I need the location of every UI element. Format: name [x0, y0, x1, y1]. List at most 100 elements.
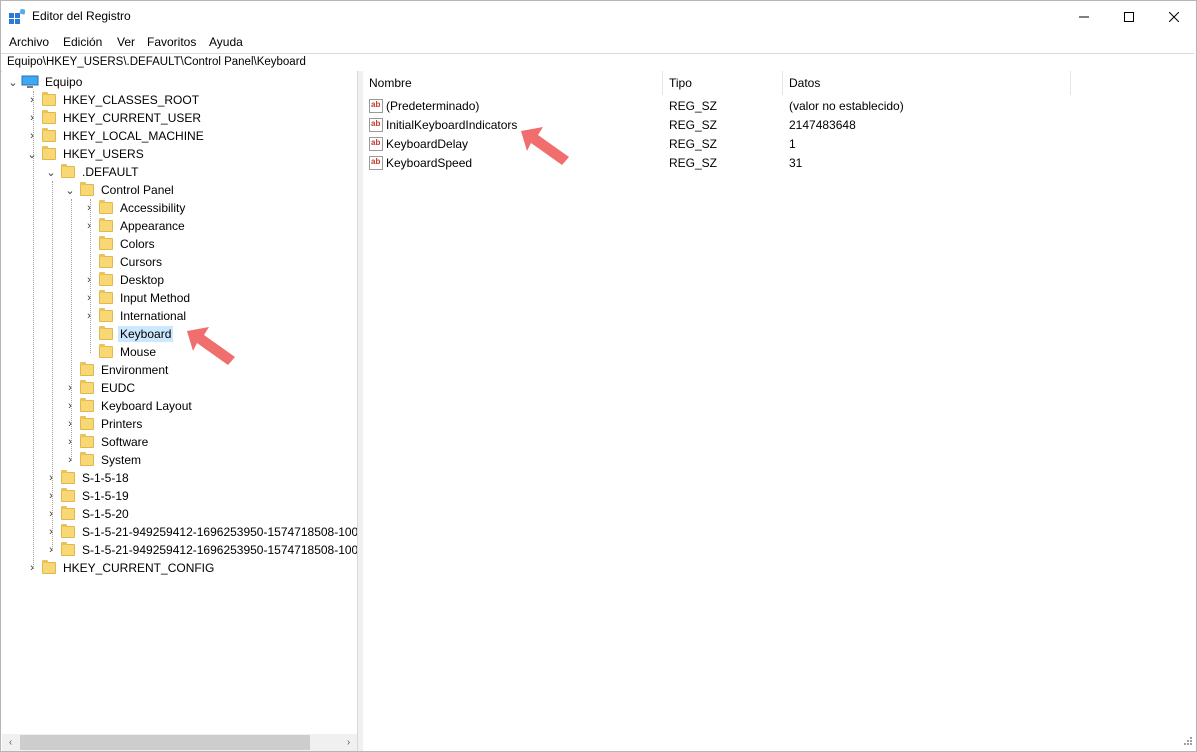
- annotation-arrow-icon: [521, 127, 569, 165]
- scroll-left-icon[interactable]: ‹: [2, 734, 19, 751]
- chevron-right-icon[interactable]: ›: [84, 271, 94, 289]
- chevron-down-icon[interactable]: ⌄: [27, 145, 37, 163]
- tree-node-s-1-5-21-1001[interactable]: › S-1-5-21-949259412-1696253950-15747185…: [46, 523, 357, 541]
- folder-icon: [61, 524, 75, 538]
- folder-icon: [99, 254, 113, 268]
- tree-horizontal-scrollbar[interactable]: ‹ ›: [2, 734, 357, 751]
- tree-node-eudc[interactable]: › EUDC: [65, 379, 137, 397]
- tree-node-default[interactable]: ⌄ .DEFAULT: [46, 163, 140, 181]
- folder-icon: [80, 398, 94, 412]
- close-button[interactable]: [1151, 1, 1197, 32]
- chevron-right-icon[interactable]: ›: [46, 505, 56, 523]
- chevron-right-icon[interactable]: ›: [46, 487, 56, 505]
- column-header-nombre[interactable]: Nombre: [363, 71, 663, 95]
- tree-node-cursors[interactable]: Cursors: [84, 253, 164, 271]
- tree-node-hkey-users[interactable]: ⌄ HKEY_USERS: [27, 145, 146, 163]
- chevron-right-icon[interactable]: ›: [46, 541, 56, 559]
- maximize-button[interactable]: [1106, 1, 1152, 32]
- chevron-right-icon[interactable]: ›: [65, 379, 75, 397]
- chevron-right-icon[interactable]: ›: [84, 289, 94, 307]
- tree-node-hkey-local-machine[interactable]: › HKEY_LOCAL_MACHINE: [27, 127, 206, 145]
- folder-icon: [80, 452, 94, 466]
- tree-node-appearance[interactable]: › Appearance: [84, 217, 187, 235]
- tree-node-s-1-5-18[interactable]: › S-1-5-18: [46, 469, 131, 487]
- value-data: 2147483648: [789, 118, 856, 132]
- tree-node-keyboard[interactable]: Keyboard: [84, 325, 174, 343]
- list-item[interactable]: ab KeyboardSpeed REG_SZ 31: [363, 154, 1183, 173]
- value-type: REG_SZ: [669, 118, 718, 132]
- chevron-right-icon[interactable]: ›: [65, 415, 75, 433]
- tree-node-accessibility[interactable]: › Accessibility: [84, 199, 187, 217]
- address-bar[interactable]: Equipo\HKEY_USERS\.DEFAULT\Control Panel…: [1, 53, 1194, 72]
- folder-icon: [80, 434, 94, 448]
- menu-favoritos[interactable]: Favoritos: [147, 35, 196, 49]
- tree-node-environment[interactable]: Environment: [65, 361, 170, 379]
- folder-icon: [42, 146, 56, 160]
- value-name: KeyboardSpeed: [386, 156, 473, 170]
- tree-node-control-panel[interactable]: ⌄ Control Panel: [65, 181, 176, 199]
- chevron-right-icon[interactable]: ›: [46, 469, 56, 487]
- tree-node-hkey-classes-root[interactable]: › HKEY_CLASSES_ROOT: [27, 91, 201, 109]
- chevron-down-icon[interactable]: ⌄: [46, 163, 56, 181]
- tree-node-s-1-5-19[interactable]: › S-1-5-19: [46, 487, 131, 505]
- chevron-right-icon[interactable]: ›: [27, 109, 37, 127]
- tree-node-hkey-current-config[interactable]: › HKEY_CURRENT_CONFIG: [27, 559, 216, 577]
- list-item[interactable]: ab InitialKeyboardIndicators REG_SZ 2147…: [363, 116, 1183, 135]
- values-list-pane[interactable]: Nombre Tipo Datos ab (Predeterminado) RE…: [363, 71, 1196, 751]
- chevron-right-icon[interactable]: ›: [84, 199, 94, 217]
- resize-grip-icon[interactable]: [1181, 736, 1193, 748]
- title-bar[interactable]: Editor del Registro: [1, 1, 1196, 32]
- folder-icon: [99, 200, 113, 214]
- tree-node-hkey-current-user[interactable]: › HKEY_CURRENT_USER: [27, 109, 203, 127]
- computer-icon: [21, 75, 39, 88]
- tree-node-desktop[interactable]: › Desktop: [84, 271, 166, 289]
- list-item[interactable]: ab KeyboardDelay REG_SZ 1: [363, 135, 1183, 154]
- column-header-tipo[interactable]: Tipo: [663, 71, 783, 95]
- menu-edicion[interactable]: Edición: [63, 35, 102, 49]
- chevron-down-icon[interactable]: ⌄: [65, 181, 75, 199]
- column-header-datos[interactable]: Datos: [783, 71, 1071, 95]
- menu-ayuda[interactable]: Ayuda: [209, 35, 243, 49]
- folder-icon: [99, 344, 113, 358]
- menu-ver[interactable]: Ver: [117, 35, 135, 49]
- folder-icon: [99, 218, 113, 232]
- tree-node-mouse[interactable]: Mouse: [84, 343, 158, 361]
- tree-node-printers[interactable]: › Printers: [65, 415, 144, 433]
- tree-node-input-method[interactable]: › Input Method: [84, 289, 192, 307]
- chevron-right-icon[interactable]: ›: [65, 433, 75, 451]
- string-value-icon: ab: [369, 118, 383, 132]
- scroll-right-icon[interactable]: ›: [340, 734, 357, 751]
- chevron-right-icon[interactable]: ›: [46, 523, 56, 541]
- chevron-right-icon[interactable]: ›: [65, 397, 75, 415]
- tree-node-equipo[interactable]: ⌄ Equipo: [8, 73, 84, 91]
- folder-icon: [61, 488, 75, 502]
- value-name: InitialKeyboardIndicators: [386, 118, 518, 132]
- folder-icon: [42, 110, 56, 124]
- tree-node-keyboard-layout[interactable]: › Keyboard Layout: [65, 397, 194, 415]
- value-data: 31: [789, 156, 803, 170]
- chevron-right-icon[interactable]: ›: [65, 451, 75, 469]
- chevron-right-icon[interactable]: ›: [27, 127, 37, 145]
- tree-node-international[interactable]: › International: [84, 307, 188, 325]
- folder-icon: [42, 92, 56, 106]
- chevron-down-icon[interactable]: ⌄: [8, 73, 18, 91]
- annotation-arrow-icon: [187, 327, 235, 365]
- registry-editor-window: Editor del Registro Archivo Edición Ver …: [0, 0, 1197, 752]
- folder-icon: [61, 470, 75, 484]
- chevron-right-icon[interactable]: ›: [27, 559, 37, 577]
- folder-icon: [80, 380, 94, 394]
- tree-node-s-1-5-21-1001-classes[interactable]: › S-1-5-21-949259412-1696253950-15747185…: [46, 541, 357, 559]
- tree-node-s-1-5-20[interactable]: › S-1-5-20: [46, 505, 131, 523]
- key-tree-pane[interactable]: ⌄ Equipo › HKEY_CLASSES_ROOT › HKEY_CURR…: [2, 71, 357, 751]
- tree-node-system[interactable]: › System: [65, 451, 143, 469]
- list-item[interactable]: ab (Predeterminado) REG_SZ (valor no est…: [363, 97, 1183, 116]
- tree-node-software[interactable]: › Software: [65, 433, 150, 451]
- chevron-right-icon[interactable]: ›: [84, 217, 94, 235]
- chevron-right-icon[interactable]: ›: [27, 91, 37, 109]
- tree-node-colors[interactable]: Colors: [84, 235, 157, 253]
- menu-archivo[interactable]: Archivo: [9, 35, 49, 49]
- scrollbar-thumb[interactable]: [20, 735, 310, 750]
- minimize-button[interactable]: [1061, 1, 1107, 32]
- address-path[interactable]: Equipo\HKEY_USERS\.DEFAULT\Control Panel…: [7, 56, 306, 68]
- chevron-right-icon[interactable]: ›: [84, 307, 94, 325]
